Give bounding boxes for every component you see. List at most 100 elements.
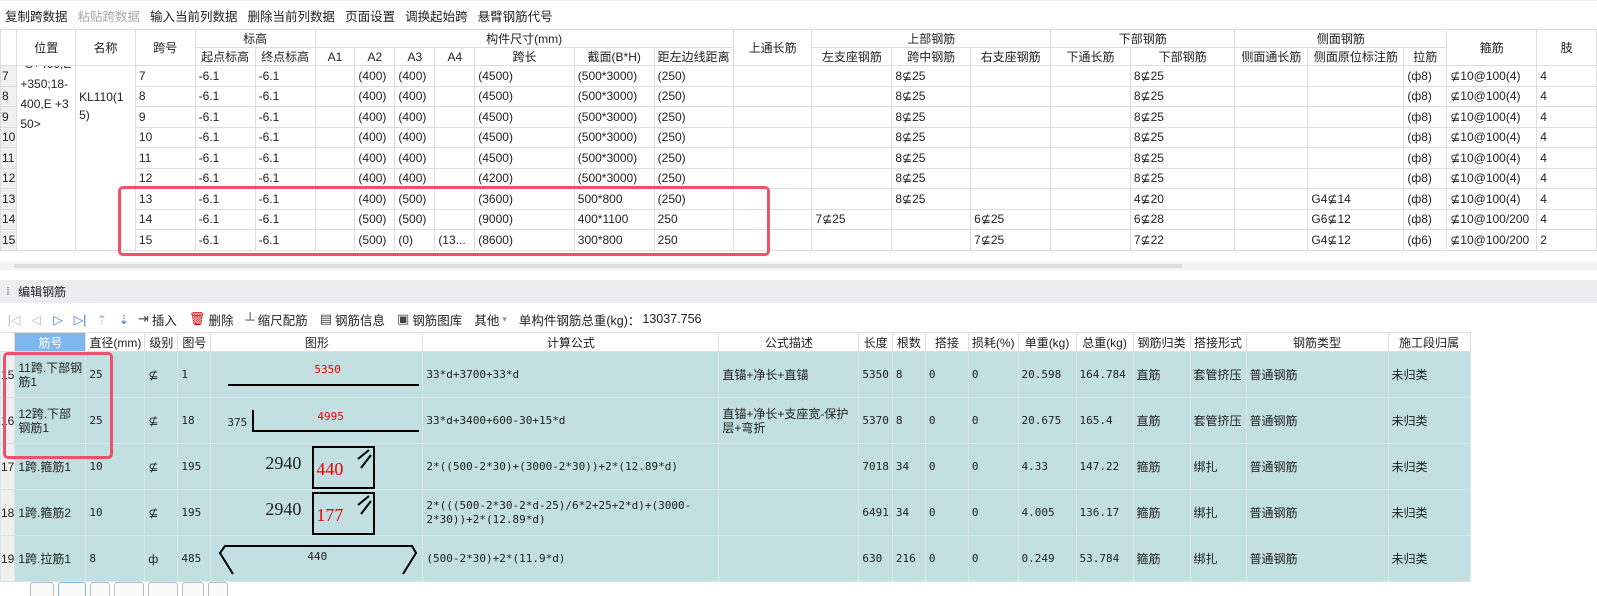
cell-a1[interactable]: [314, 208, 356, 230]
cell-bl[interactable]: [1050, 147, 1131, 169]
cell-type[interactable]: 普通钢筋: [1245, 535, 1389, 582]
cell-sl[interactable]: [1234, 147, 1309, 169]
cell-len[interactable]: 6491: [858, 489, 893, 536]
cell-ls[interactable]: [811, 85, 893, 107]
cell-a2[interactable]: (400): [354, 65, 396, 87]
col-mid[interactable]: 跨中钢筋: [891, 47, 972, 66]
cell-sl[interactable]: [1234, 65, 1309, 87]
cell-ls[interactable]: [811, 188, 893, 210]
col-elev-start[interactable]: 起点标高: [194, 47, 256, 66]
cell-sec[interactable]: (500*3000): [573, 85, 655, 107]
col-a1[interactable]: A1: [314, 47, 356, 66]
cell-a1[interactable]: [314, 85, 356, 107]
cell-len[interactable]: (4500): [474, 85, 575, 107]
cell-grade[interactable]: ⊈: [144, 351, 179, 398]
cell-desc[interactable]: 直锚+净长+支座宽-保护层+弯折: [718, 397, 860, 444]
cell-span[interactable]: 11: [134, 147, 196, 169]
cell-ee[interactable]: -6.1: [254, 229, 316, 251]
cell-span[interactable]: 10: [134, 126, 196, 148]
column-header[interactable]: 损耗(%): [967, 332, 1019, 352]
cell-mid[interactable]: 8⊈25: [891, 188, 972, 210]
cell-len[interactable]: (4200): [474, 167, 575, 189]
rebar-info-button[interactable]: ▤ 钢筋信息: [320, 310, 385, 329]
cell-unit[interactable]: 0.249: [1017, 535, 1077, 582]
prev-record-icon[interactable]: ◁: [28, 312, 44, 327]
cell-a2[interactable]: (400): [354, 126, 396, 148]
cell-a4[interactable]: [434, 147, 476, 169]
cell-bot[interactable]: 8⊈25: [1129, 65, 1236, 87]
cell-bot[interactable]: 6⊈28: [1129, 208, 1236, 230]
cell-tie[interactable]: (ф8): [1403, 208, 1448, 230]
col-side-long[interactable]: 侧面通长筋: [1234, 47, 1309, 66]
cell-ee[interactable]: -6.1: [254, 147, 316, 169]
cell-bot[interactable]: 8⊈25: [1129, 85, 1236, 107]
cell-fig[interactable]: 485: [177, 535, 212, 582]
column-header[interactable]: 搭接: [924, 332, 969, 352]
cell-a2[interactable]: (500): [354, 229, 396, 251]
column-header[interactable]: 图号: [177, 332, 212, 352]
cell-stir[interactable]: ⊈10@100(4): [1446, 188, 1538, 210]
cell-ls[interactable]: 7⊈25: [811, 208, 893, 230]
cell-sec[interactable]: (500*3000): [573, 167, 655, 189]
col-left-support[interactable]: 左支座钢筋: [811, 47, 893, 66]
cell-es[interactable]: -6.1: [194, 147, 256, 169]
cell-sec[interactable]: 400*1100: [573, 208, 655, 230]
cell-len[interactable]: (8600): [474, 229, 575, 251]
col-a4[interactable]: A4: [434, 47, 476, 66]
cell-leg[interactable]: 4: [1536, 167, 1597, 189]
insert-button[interactable]: ⇥ 插入: [138, 310, 177, 329]
cell-dist[interactable]: (250): [653, 188, 734, 210]
cell-a3[interactable]: (400): [394, 147, 436, 169]
cell-shape[interactable]: 5350: [210, 351, 424, 398]
cell-so[interactable]: [1307, 106, 1405, 128]
name-cell[interactable]: KL110(15): [75, 65, 136, 251]
col-elev-end[interactable]: 终点标高: [254, 47, 316, 66]
table-row[interactable]: 7-C+400,E +350;18-400,E +350>KL110(15)7-…: [0, 65, 1597, 251]
first-record-icon[interactable]: |◁: [6, 312, 22, 327]
table-row[interactable]: 15 15 -6.1 -6.1 (500) (0) (13... (8600) 300*800 2…: [0, 229, 1597, 251]
cell-bot[interactable]: 8⊈25: [1129, 147, 1236, 169]
cell-shape[interactable]: 2940 440: [210, 443, 424, 490]
cell-lapform[interactable]: 套管挤压: [1189, 397, 1247, 444]
cell-fig[interactable]: 18: [177, 397, 212, 444]
cell-shape[interactable]: 440: [210, 535, 424, 582]
cell-mid[interactable]: 8⊈25: [891, 65, 972, 87]
cell-a4[interactable]: [434, 167, 476, 189]
cell-a3[interactable]: (400): [394, 65, 436, 87]
cell-a3[interactable]: (500): [394, 188, 436, 210]
cell-es[interactable]: -6.1: [194, 188, 256, 210]
cell-rs[interactable]: [970, 106, 1052, 128]
cell-ls[interactable]: [811, 106, 893, 128]
cell-stir[interactable]: ⊈10@100/200: [1446, 208, 1538, 230]
cell-stir[interactable]: ⊈10@100(4): [1446, 147, 1538, 169]
cell-span[interactable]: 9: [134, 106, 196, 128]
cell-total[interactable]: 136.17: [1075, 489, 1134, 536]
cell-lapform[interactable]: 绑扎: [1189, 489, 1247, 536]
cell-span[interactable]: 14: [134, 208, 196, 230]
position-cell[interactable]: -C+400,E +350;18-400,E +350>: [16, 65, 77, 251]
tab[interactable]: [30, 582, 54, 596]
cell-type[interactable]: 普通钢筋: [1245, 489, 1389, 536]
cell-shape[interactable]: 2940 177: [210, 489, 424, 536]
move-down-icon[interactable]: ⇣: [116, 312, 132, 327]
cell-sec[interactable]: (500*3000): [573, 126, 655, 148]
row-number[interactable]: 8: [0, 85, 18, 107]
table-row[interactable]: 11 11 -6.1 -6.1 (400) (400) (4500) (500*3000) (2…: [0, 147, 1597, 169]
cell-count[interactable]: 8: [891, 351, 926, 398]
cell-shape[interactable]: 375 4995: [210, 397, 424, 444]
cell-stir[interactable]: ⊈10@100(4): [1446, 167, 1538, 189]
col-span[interactable]: 跨号: [134, 29, 196, 66]
cell-a2[interactable]: (400): [354, 147, 396, 169]
cell-bl[interactable]: [1050, 126, 1131, 148]
cell-len[interactable]: (4500): [474, 65, 575, 87]
cell-formula[interactable]: 2*(((500-2*30-2*d-25)/6*2+25+2*d)+(3000-…: [422, 489, 720, 536]
cell-a3[interactable]: (500): [394, 208, 436, 230]
cell-bot[interactable]: 8⊈25: [1129, 106, 1236, 128]
cell-a1[interactable]: [314, 65, 356, 87]
cell-so[interactable]: [1307, 85, 1405, 107]
rebar-row[interactable]: 15 11跨.下部钢筋1 25 ⊈ 1 5350 33*d+3700+33*d 直锚+净长+直…: [0, 351, 1471, 398]
cell-tl[interactable]: [732, 65, 813, 87]
cell-lap[interactable]: 0: [924, 397, 969, 444]
column-header[interactable]: 单重(kg): [1017, 332, 1077, 352]
cell-stage[interactable]: 未归类: [1387, 535, 1471, 582]
